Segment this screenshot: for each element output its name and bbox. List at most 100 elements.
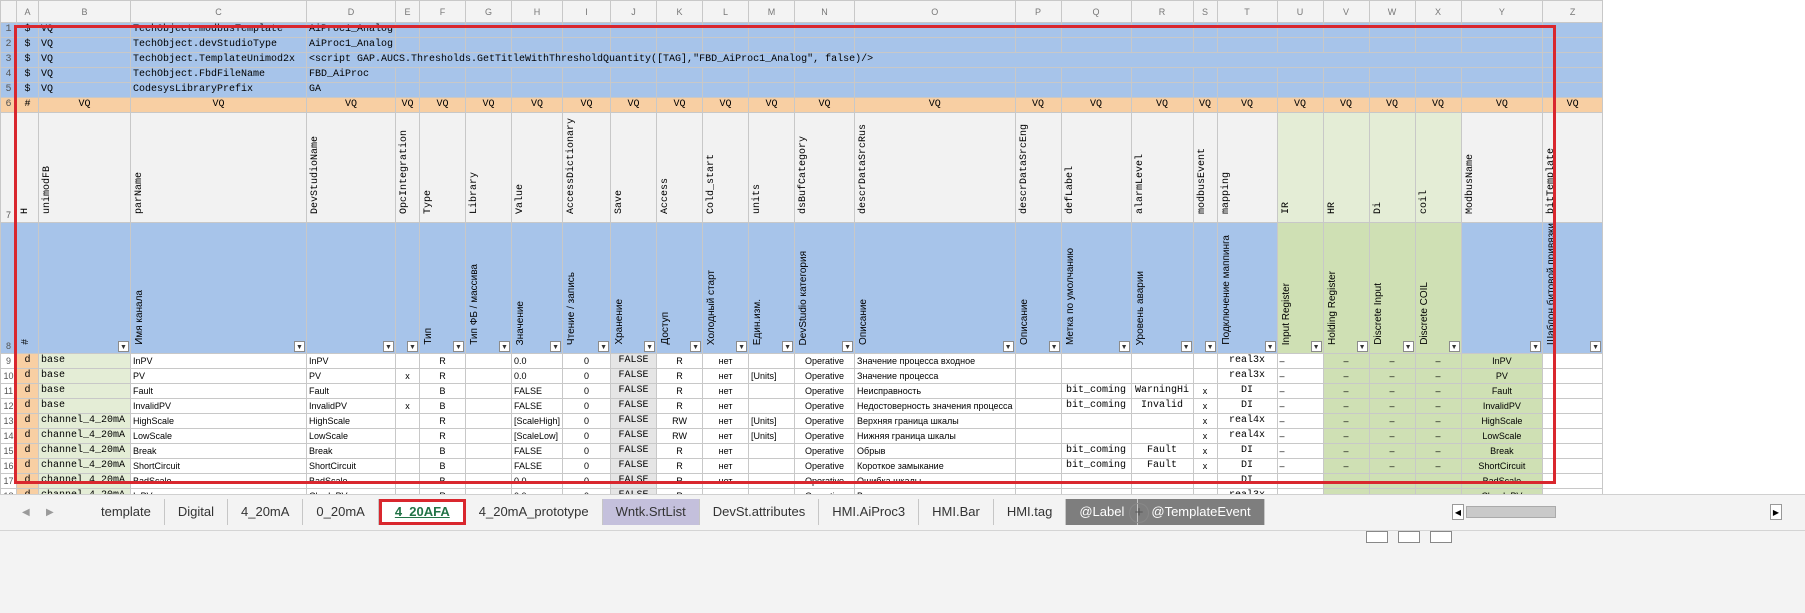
cell[interactable] bbox=[656, 22, 704, 38]
cell[interactable] bbox=[419, 82, 467, 98]
cell[interactable]: VQ bbox=[395, 97, 421, 113]
cell[interactable] bbox=[1130, 353, 1194, 370]
column-header[interactable]: X bbox=[1414, 0, 1462, 23]
cell[interactable]: 0 bbox=[562, 398, 612, 415]
cell[interactable] bbox=[1542, 398, 1604, 415]
cell[interactable]: R bbox=[419, 413, 467, 430]
normal-view-icon[interactable] bbox=[1366, 531, 1388, 543]
cell[interactable] bbox=[465, 443, 513, 460]
cell[interactable]: x bbox=[395, 368, 421, 385]
cell[interactable] bbox=[1542, 37, 1604, 53]
cell[interactable]: – bbox=[1276, 398, 1324, 415]
cell[interactable] bbox=[465, 398, 513, 415]
cell[interactable]: channel_4_20mA bbox=[38, 413, 131, 430]
description-cell[interactable]: Тип ▼ bbox=[419, 221, 467, 355]
cell[interactable]: 0 bbox=[562, 368, 612, 385]
sheet-tab[interactable]: 4_20mA bbox=[228, 499, 304, 525]
cell[interactable]: HighScale bbox=[130, 413, 307, 430]
cell[interactable] bbox=[465, 22, 513, 38]
column-header[interactable]: P bbox=[1014, 0, 1062, 23]
page-layout-view-icon[interactable] bbox=[1398, 531, 1420, 543]
column-header[interactable]: K bbox=[656, 0, 704, 23]
description-cell[interactable]: ▼ bbox=[395, 221, 421, 355]
cell[interactable]: – bbox=[1322, 428, 1370, 445]
cell[interactable]: – bbox=[1276, 383, 1324, 400]
cell[interactable]: нет bbox=[702, 353, 750, 370]
filter-dropdown-icon[interactable]: ▼ bbox=[1356, 341, 1368, 353]
cell[interactable] bbox=[1276, 82, 1324, 98]
cell[interactable]: Fault bbox=[1130, 458, 1194, 475]
cell[interactable]: FALSE bbox=[511, 443, 564, 460]
row-header[interactable]: 11 bbox=[0, 383, 17, 400]
select-all-corner[interactable] bbox=[0, 0, 17, 23]
cell[interactable]: B bbox=[419, 443, 467, 460]
row-header[interactable]: 5 bbox=[0, 82, 17, 98]
cell[interactable]: FALSE bbox=[610, 473, 658, 490]
description-cell[interactable]: ▼ bbox=[305, 221, 397, 355]
cell[interactable] bbox=[1130, 473, 1194, 490]
field-header-cell[interactable]: H bbox=[16, 112, 39, 223]
cell[interactable] bbox=[1130, 82, 1194, 98]
cell[interactable]: DI bbox=[1216, 398, 1278, 415]
cell[interactable]: Ошибка шкалы bbox=[854, 473, 1016, 490]
cell[interactable]: base bbox=[38, 398, 131, 415]
description-cell[interactable]: Описание ▼ bbox=[854, 221, 1016, 355]
cell[interactable] bbox=[1542, 52, 1604, 68]
filter-dropdown-icon[interactable]: ▼ bbox=[407, 341, 419, 353]
cell[interactable]: – bbox=[1276, 368, 1324, 385]
cell[interactable] bbox=[1414, 82, 1462, 98]
cell[interactable]: <script GAP.AUCS.Thresholds.GetTitleWith… bbox=[305, 52, 1544, 68]
description-cell[interactable]: Подключение маппинга ▼ bbox=[1216, 221, 1278, 355]
cell[interactable] bbox=[794, 22, 856, 38]
cell[interactable]: VQ bbox=[1060, 97, 1132, 113]
cell[interactable] bbox=[465, 368, 513, 385]
column-header[interactable]: G bbox=[465, 0, 513, 23]
cell[interactable]: Operative bbox=[794, 458, 856, 475]
cell[interactable] bbox=[1014, 443, 1062, 460]
row-header[interactable]: 1 bbox=[0, 22, 17, 38]
sheet-tab[interactable]: 4_20mA_prototype bbox=[466, 499, 603, 525]
cell[interactable]: RW bbox=[656, 428, 704, 445]
cell[interactable]: 0 bbox=[562, 458, 612, 475]
cell[interactable]: FALSE bbox=[610, 368, 658, 385]
scroll-right-icon[interactable]: ▶ bbox=[1770, 504, 1782, 520]
cell[interactable]: – bbox=[1276, 443, 1324, 460]
cell[interactable]: GA bbox=[305, 82, 397, 98]
cell[interactable] bbox=[1276, 22, 1324, 38]
cell[interactable]: VQ bbox=[38, 97, 131, 113]
spreadsheet-area[interactable]: A B C D E F G H I J K L M N O P Q R S T U V W X Y Z 1 $ VQ TechObject… bbox=[0, 0, 1805, 572]
cell[interactable] bbox=[1542, 443, 1604, 460]
cell[interactable]: $ bbox=[16, 52, 39, 68]
cell[interactable]: – bbox=[1414, 428, 1462, 445]
cell[interactable]: – bbox=[1368, 353, 1416, 370]
cell[interactable]: – bbox=[1322, 368, 1370, 385]
scroll-thumb[interactable] bbox=[1466, 506, 1556, 518]
cell[interactable]: Operative bbox=[794, 398, 856, 415]
cell[interactable] bbox=[748, 473, 796, 490]
column-header[interactable]: B bbox=[38, 0, 131, 23]
cell[interactable]: – bbox=[1276, 413, 1324, 430]
cell[interactable] bbox=[854, 37, 1016, 53]
cell[interactable] bbox=[395, 413, 421, 430]
cell[interactable]: Operative bbox=[794, 383, 856, 400]
cell[interactable]: bit_coming bbox=[1060, 443, 1132, 460]
field-header-cell[interactable]: modbusEvent bbox=[1192, 112, 1218, 223]
cell[interactable]: Operative bbox=[794, 368, 856, 385]
cell[interactable]: x bbox=[1192, 383, 1218, 400]
cell[interactable]: real4x bbox=[1216, 428, 1278, 445]
row-header[interactable]: 8 bbox=[0, 221, 17, 355]
description-cell[interactable]: Holding Register ▼ bbox=[1322, 221, 1370, 355]
cell[interactable] bbox=[1368, 22, 1416, 38]
cell[interactable]: PV bbox=[1460, 368, 1544, 385]
description-cell[interactable]: Значение ▼ bbox=[511, 221, 564, 355]
cell[interactable] bbox=[395, 383, 421, 400]
cell[interactable]: Значение процесса входное bbox=[854, 353, 1016, 370]
row-header[interactable]: 13 bbox=[0, 413, 17, 430]
cell[interactable]: [Units] bbox=[748, 428, 796, 445]
cell[interactable] bbox=[1542, 353, 1604, 370]
cell[interactable]: $ bbox=[16, 37, 39, 53]
cell[interactable]: ShortCircuit bbox=[1460, 458, 1544, 475]
cell[interactable] bbox=[1014, 353, 1062, 370]
cell[interactable]: BadScale bbox=[130, 473, 307, 490]
cell[interactable] bbox=[1014, 22, 1062, 38]
